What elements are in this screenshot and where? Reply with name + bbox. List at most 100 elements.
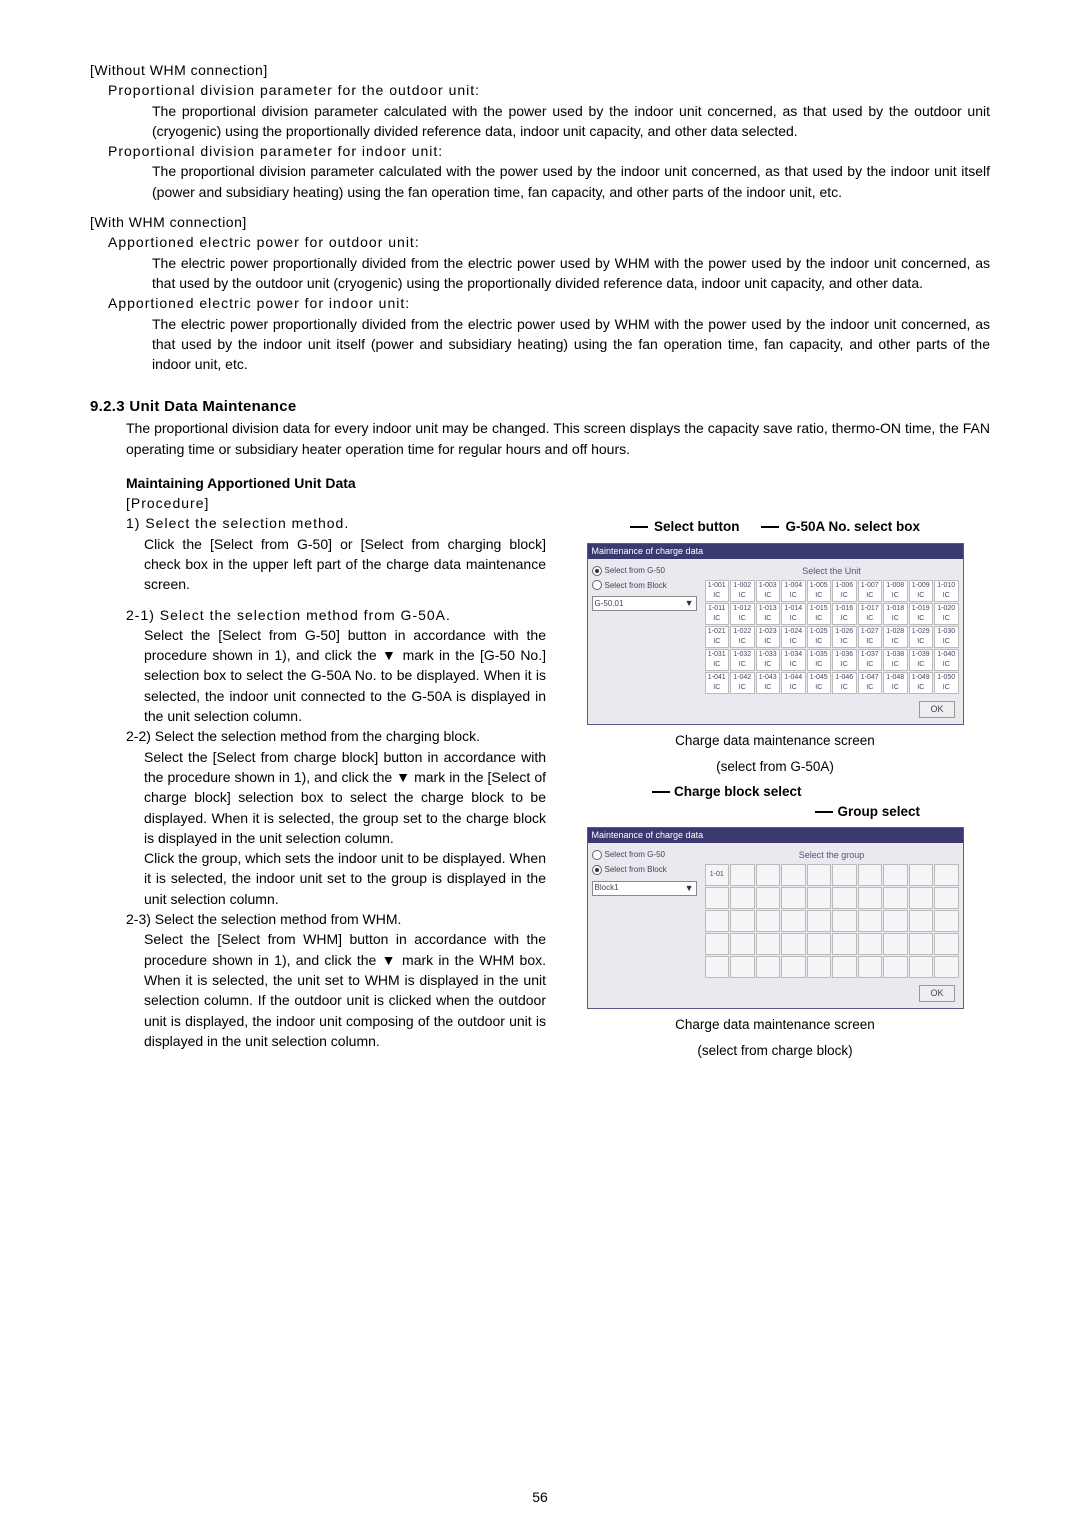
group-cell[interactable] [832,887,857,909]
shot2-ok-button[interactable]: OK [919,985,954,1002]
unit-cell[interactable]: 1-013IC [756,603,781,625]
group-cell[interactable] [858,910,883,932]
unit-cell[interactable]: 1-028IC [883,626,908,648]
group-cell[interactable] [781,864,806,886]
unit-cell[interactable]: 1-026IC [832,626,857,648]
group-cell[interactable] [730,887,755,909]
unit-cell[interactable]: 1-005IC [807,580,832,602]
group-cell[interactable] [781,910,806,932]
group-cell[interactable] [730,933,755,955]
unit-cell[interactable]: 1-040IC [934,649,959,671]
unit-cell[interactable]: 1-042IC [730,672,755,694]
unit-cell[interactable]: 1-021IC [705,626,730,648]
unit-cell[interactable]: 1-043IC [756,672,781,694]
unit-cell[interactable]: 1-020IC [934,603,959,625]
unit-cell[interactable]: 1-006IC [832,580,857,602]
group-cell[interactable] [807,956,832,978]
group-cell[interactable] [756,956,781,978]
group-cell[interactable] [934,887,959,909]
unit-cell[interactable]: 1-045IC [807,672,832,694]
unit-cell[interactable]: 1-038IC [883,649,908,671]
group-cell[interactable] [934,933,959,955]
unit-cell[interactable]: 1-050IC [934,672,959,694]
unit-cell[interactable]: 1-033IC [756,649,781,671]
unit-cell[interactable]: 1-004IC [781,580,806,602]
shot1-radio-g50[interactable]: Select from G-50 [592,565,697,577]
group-cell[interactable] [705,933,730,955]
unit-cell[interactable]: 1-035IC [807,649,832,671]
unit-cell[interactable]: 1-010IC [934,580,959,602]
group-cell[interactable] [858,956,883,978]
group-cell[interactable] [883,887,908,909]
group-cell[interactable] [730,910,755,932]
unit-cell[interactable]: 1-046IC [832,672,857,694]
group-cell[interactable]: 1-01 [705,864,730,886]
unit-cell[interactable]: 1-029IC [909,626,934,648]
group-cell[interactable] [934,910,959,932]
unit-cell[interactable]: 1-019IC [909,603,934,625]
group-cell[interactable] [934,956,959,978]
group-cell[interactable] [705,910,730,932]
unit-cell[interactable]: 1-018IC [883,603,908,625]
unit-cell[interactable]: 1-001IC [705,580,730,602]
unit-cell[interactable]: 1-022IC [730,626,755,648]
group-cell[interactable] [909,887,934,909]
unit-cell[interactable]: 1-047IC [858,672,883,694]
group-cell[interactable] [883,956,908,978]
shot1-ok-button[interactable]: OK [919,701,954,718]
unit-cell[interactable]: 1-012IC [730,603,755,625]
group-cell[interactable] [807,864,832,886]
shot1-combo[interactable]: G-50.01 ▼ [592,596,697,611]
group-cell[interactable] [756,864,781,886]
unit-cell[interactable]: 1-034IC [781,649,806,671]
group-cell[interactable] [934,864,959,886]
group-cell[interactable] [705,887,730,909]
group-cell[interactable] [756,933,781,955]
group-cell[interactable] [832,864,857,886]
unit-cell[interactable]: 1-031IC [705,649,730,671]
group-cell[interactable] [909,956,934,978]
group-cell[interactable] [807,910,832,932]
unit-cell[interactable]: 1-048IC [883,672,908,694]
shot2-radio-block[interactable]: Select from Block [592,864,697,876]
unit-cell[interactable]: 1-030IC [934,626,959,648]
group-cell[interactable] [730,864,755,886]
unit-cell[interactable]: 1-041IC [705,672,730,694]
group-cell[interactable] [832,933,857,955]
unit-cell[interactable]: 1-025IC [807,626,832,648]
shot1-radio-block[interactable]: Select from Block [592,580,697,592]
unit-cell[interactable]: 1-014IC [781,603,806,625]
unit-cell[interactable]: 1-016IC [832,603,857,625]
unit-cell[interactable]: 1-027IC [858,626,883,648]
unit-cell[interactable]: 1-044IC [781,672,806,694]
unit-cell[interactable]: 1-009IC [909,580,934,602]
group-cell[interactable] [781,933,806,955]
group-cell[interactable] [807,933,832,955]
unit-cell[interactable]: 1-008IC [883,580,908,602]
unit-cell[interactable]: 1-002IC [730,580,755,602]
group-cell[interactable] [781,887,806,909]
unit-cell[interactable]: 1-024IC [781,626,806,648]
group-cell[interactable] [883,910,908,932]
group-cell[interactable] [832,956,857,978]
group-cell[interactable] [705,956,730,978]
group-cell[interactable] [883,933,908,955]
group-cell[interactable] [730,956,755,978]
group-cell[interactable] [807,887,832,909]
unit-cell[interactable]: 1-015IC [807,603,832,625]
unit-cell[interactable]: 1-011IC [705,603,730,625]
group-cell[interactable] [858,887,883,909]
unit-cell[interactable]: 1-039IC [909,649,934,671]
group-cell[interactable] [909,910,934,932]
group-cell[interactable] [883,864,908,886]
group-cell[interactable] [756,910,781,932]
shot2-combo[interactable]: Block1 ▼ [592,881,697,896]
group-cell[interactable] [909,933,934,955]
group-cell[interactable] [781,956,806,978]
group-cell[interactable] [832,910,857,932]
group-cell[interactable] [909,864,934,886]
unit-cell[interactable]: 1-007IC [858,580,883,602]
unit-cell[interactable]: 1-023IC [756,626,781,648]
unit-cell[interactable]: 1-017IC [858,603,883,625]
unit-cell[interactable]: 1-049IC [909,672,934,694]
